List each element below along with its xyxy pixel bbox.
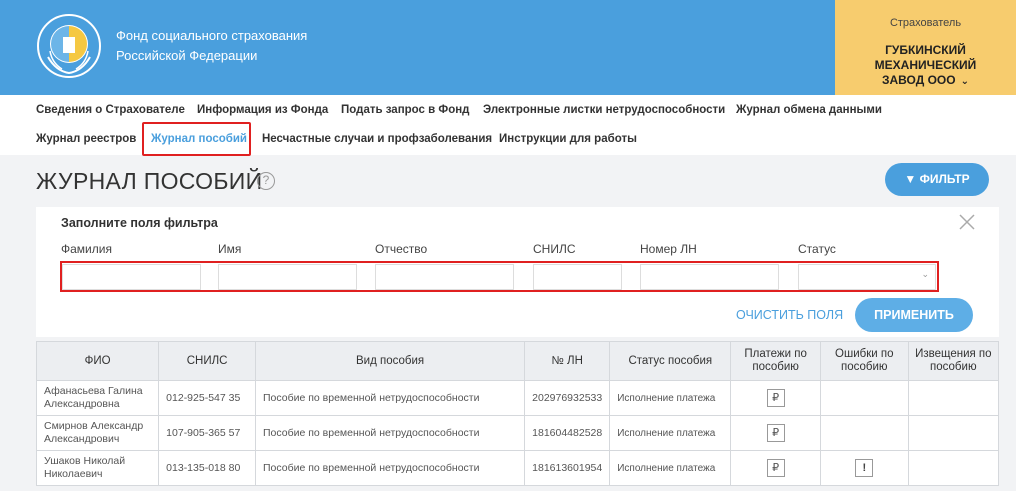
cell-errors bbox=[819, 380, 909, 416]
nav-item-accidents[interactable]: Несчастные случаи и профзаболевания bbox=[262, 133, 492, 145]
fss-emblem-icon[interactable] bbox=[36, 13, 102, 79]
apply-button[interactable]: ПРИМЕНИТЬ bbox=[855, 298, 973, 332]
alert-icon[interactable]: ! bbox=[855, 459, 874, 477]
insurer-name: ГУБКИНСКИЙ МЕХАНИЧЕСКИЙ ЗАВОД ООО ⌄ bbox=[835, 43, 1016, 89]
fund-name: Фонд социального страхования Российской … bbox=[116, 26, 307, 66]
table-row: Афанасьева Галина Александровна 012-925-… bbox=[35, 380, 1000, 416]
column-header-ln[interactable]: № ЛН bbox=[524, 341, 611, 381]
cell-notices bbox=[907, 450, 1000, 486]
column-header-fio[interactable]: ФИО bbox=[35, 341, 160, 381]
table-row: Ушаков Николай Николаевич 013-135-018 80… bbox=[35, 450, 1000, 486]
active-nav-highlight bbox=[142, 122, 251, 156]
snils-label: СНИЛС bbox=[533, 242, 576, 256]
cell-snils: 013-135-018 80 bbox=[158, 450, 256, 486]
column-header-notices: Извещения по пособию bbox=[907, 341, 1000, 381]
cell-errors: ! bbox=[819, 450, 909, 486]
status-label: Статус bbox=[798, 242, 836, 256]
cell-status: Исполнение платежа bbox=[609, 450, 732, 486]
filter-button-label: ФИЛЬТР bbox=[919, 172, 970, 186]
fund-name-line2: Российской Федерации bbox=[116, 48, 258, 63]
nav-item-exchange-log[interactable]: Журнал обмена данными bbox=[736, 104, 882, 116]
fund-name-line1: Фонд социального страхования bbox=[116, 28, 308, 43]
nav-item-sick-leaves[interactable]: Электронные листки нетрудоспособности bbox=[483, 104, 725, 116]
insurer-selector[interactable]: Страхователь ГУБКИНСКИЙ МЕХАНИЧЕСКИЙ ЗАВ… bbox=[835, 0, 1016, 95]
insurer-name-line3: ЗАВОД ООО bbox=[881, 73, 956, 87]
cell-benefit-type: Пособие по временной нетрудоспособности bbox=[254, 450, 526, 486]
insurer-label: Страхователь bbox=[889, 17, 962, 29]
funnel-icon: ▼ bbox=[904, 172, 917, 186]
cell-snils: 107-905-365 57 bbox=[158, 415, 256, 451]
cell-ln: 181613601954 bbox=[524, 450, 611, 486]
table-row: Смирнов Александр Александрович 107-905-… bbox=[35, 415, 1000, 451]
cell-status: Исполнение платежа bbox=[609, 380, 732, 416]
ruble-icon[interactable]: ₽ bbox=[766, 424, 785, 442]
column-header-snils[interactable]: СНИЛС bbox=[158, 341, 256, 381]
cell-notices bbox=[907, 380, 1000, 416]
help-icon[interactable]: ? bbox=[257, 172, 275, 190]
nav-item-registries-log[interactable]: Журнал реестров bbox=[36, 133, 136, 145]
nav-item-fund-info[interactable]: Информация из Фонда bbox=[197, 104, 328, 116]
patronymic-label: Отчество bbox=[375, 242, 428, 256]
cell-name[interactable]: Афанасьева Галина Александровна bbox=[35, 380, 160, 416]
nav-item-insurer-info[interactable]: Сведения о Страхователе bbox=[36, 104, 185, 116]
chevron-down-icon[interactable]: ⌄ bbox=[961, 74, 969, 89]
cell-notices bbox=[907, 415, 1000, 451]
lastname-label: Фамилия bbox=[61, 242, 112, 256]
cell-ln: 202976932533 bbox=[524, 380, 611, 416]
cell-status: Исполнение платежа bbox=[609, 415, 732, 451]
column-header-errors: Ошибки по пособию bbox=[819, 341, 909, 381]
cell-payments: ₽ bbox=[730, 415, 821, 451]
filter-button[interactable]: ▼ ФИЛЬТР bbox=[885, 163, 989, 196]
cell-name[interactable]: Смирнов Александр Александрович bbox=[35, 415, 160, 451]
cell-ln: 181604482528 bbox=[524, 415, 611, 451]
cell-name[interactable]: Ушаков Николай Николаевич bbox=[35, 450, 160, 486]
close-icon[interactable] bbox=[958, 213, 976, 231]
app-header: Фонд социального страхования Российской … bbox=[0, 0, 1016, 95]
cell-errors bbox=[819, 415, 909, 451]
filter-fields-highlight bbox=[60, 261, 939, 292]
column-header-payments: Платежи по пособию bbox=[730, 341, 821, 381]
ln-number-label: Номер ЛН bbox=[640, 242, 697, 256]
cell-payments: ₽ bbox=[730, 450, 821, 486]
benefits-table: ФИО СНИЛС Вид пособия № ЛН Статус пособи… bbox=[35, 341, 1000, 486]
page-title: ЖУРНАЛ ПОСОБИЙ bbox=[36, 168, 263, 194]
insurer-name-line1: ГУБКИНСКИЙ bbox=[885, 43, 966, 57]
cell-payments: ₽ bbox=[730, 380, 821, 416]
insurer-name-line2: МЕХАНИЧЕСКИЙ bbox=[874, 58, 977, 72]
clear-fields-button[interactable]: ОЧИСТИТЬ ПОЛЯ bbox=[736, 308, 843, 322]
ruble-icon[interactable]: ₽ bbox=[766, 389, 785, 407]
filter-heading: Заполните поля фильтра bbox=[61, 216, 218, 230]
column-header-status[interactable]: Статус пособия bbox=[609, 341, 732, 381]
cell-benefit-type: Пособие по временной нетрудоспособности bbox=[254, 415, 526, 451]
firstname-label: Имя bbox=[218, 242, 242, 256]
cell-benefit-type: Пособие по временной нетрудоспособности bbox=[254, 380, 526, 416]
nav-item-instructions[interactable]: Инструкции для работы bbox=[499, 133, 637, 145]
cell-snils: 012-925-547 35 bbox=[158, 380, 256, 416]
ruble-icon[interactable]: ₽ bbox=[766, 459, 785, 477]
nav-item-submit-request[interactable]: Подать запрос в Фонд bbox=[341, 104, 469, 116]
column-header-benefit-type[interactable]: Вид пособия bbox=[254, 341, 526, 381]
